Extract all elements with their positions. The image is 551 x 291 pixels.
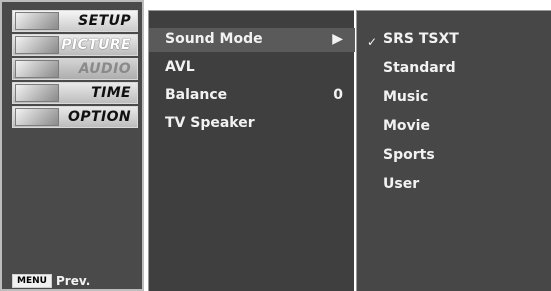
menu-row-avl[interactable]: AVL	[149, 56, 355, 80]
speaker-icon	[15, 60, 59, 78]
option-music[interactable]: Music	[383, 89, 428, 105]
menu-row-value: 0	[333, 87, 343, 103]
sound-menu: Sound Mode ▶ AVL Balance 0 TV Speaker	[148, 10, 355, 291]
antenna-icon	[15, 12, 59, 30]
option-srs-tsxt[interactable]: SRS TSXT	[383, 31, 459, 47]
menu-row-balance[interactable]: Balance 0	[149, 84, 355, 108]
option-standard[interactable]: Standard	[383, 60, 456, 76]
menu-item-label: OPTION	[68, 109, 131, 125]
menu-item-label: SETUP	[78, 13, 131, 29]
menu-item-setup[interactable]: SETUP	[12, 10, 138, 32]
color-bars-icon	[15, 36, 59, 54]
menu-item-label: PICTURE	[61, 37, 131, 53]
option-user[interactable]: User	[383, 176, 419, 192]
option-sports[interactable]: Sports	[383, 147, 435, 163]
menu-item-picture[interactable]: PICTURE	[12, 34, 138, 56]
menu-item-label: TIME	[91, 85, 131, 101]
menu-item-label: AUDIO	[78, 61, 131, 77]
prev-label: Prev.	[56, 274, 91, 288]
menu-row-sound-mode[interactable]: Sound Mode ▶	[149, 28, 355, 52]
menu-row-label: Sound Mode	[165, 31, 263, 47]
option-movie[interactable]: Movie	[383, 118, 430, 134]
submenu-arrow-icon: ▶	[332, 31, 343, 47]
menu-row-label: Balance	[165, 87, 228, 103]
sound-mode-options: ✓ SRS TSXT Standard Music Movie Sports U…	[356, 10, 551, 291]
tv-osd-menu: SETUP PICTURE AUDIO TIME OPTION MENU Pre…	[0, 0, 551, 291]
menu-row-label: TV Speaker	[165, 115, 255, 131]
menu-button[interactable]: MENU	[12, 274, 52, 288]
selected-check-icon: ✓	[367, 35, 378, 49]
menu-row-label: AVL	[165, 59, 195, 75]
left-menu: SETUP PICTURE AUDIO TIME OPTION MENU Pre…	[0, 0, 144, 291]
menu-item-option[interactable]: OPTION	[12, 106, 138, 128]
menu-row-tv-speaker[interactable]: TV Speaker	[149, 112, 355, 136]
menu-item-time[interactable]: TIME	[12, 82, 138, 104]
clock-icon	[15, 84, 59, 102]
menu-item-audio[interactable]: AUDIO	[12, 58, 138, 80]
option-icon	[15, 108, 59, 126]
